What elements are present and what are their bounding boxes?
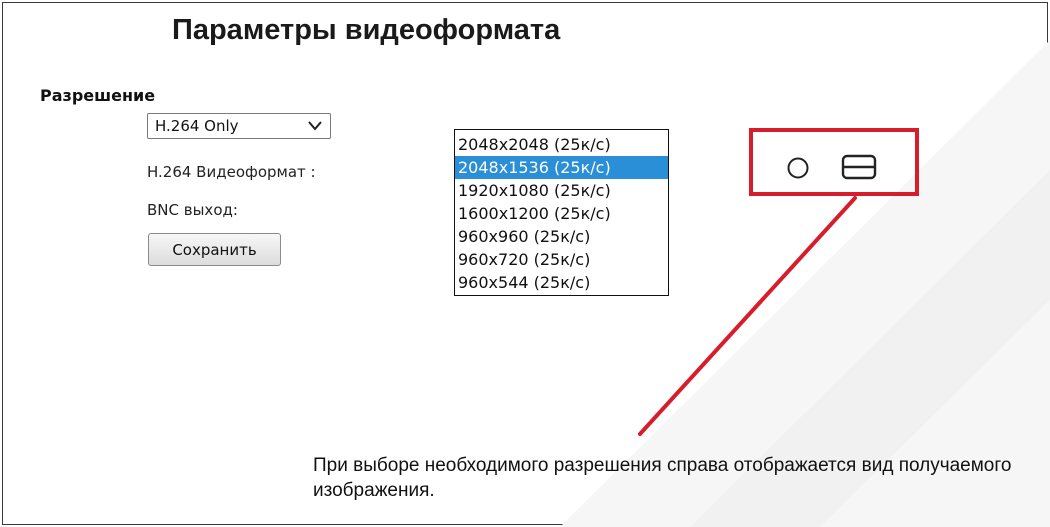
resolution-option[interactable]: 960x960 (25к/с)	[455, 225, 668, 248]
save-button[interactable]: Сохранить	[148, 233, 281, 266]
resolution-option[interactable]: 1920x1080 (25к/с)	[455, 179, 668, 202]
resolution-section-label: Разрешение	[40, 86, 156, 105]
page-title: Параметры видеоформата	[172, 14, 561, 46]
chevron-down-icon	[308, 121, 322, 131]
circle-icon[interactable]	[787, 157, 809, 179]
resolution-option-selected[interactable]: 2048x1536 (25к/с)	[455, 156, 668, 179]
resolution-option[interactable]: 960x544 (25к/с)	[455, 271, 668, 294]
codec-mode-value: H.264 Only	[155, 117, 239, 135]
resolution-listbox[interactable]: 2048x2048 (25к/с) 2048x1536 (25к/с) 1920…	[454, 129, 669, 296]
split-view-icon[interactable]	[841, 154, 877, 180]
resolution-option[interactable]: 1600x1200 (25к/с)	[455, 202, 668, 225]
videoformat-label: H.264 Видеоформат :	[147, 163, 316, 181]
instruction-caption: При выборе необходимого разрешения справ…	[313, 455, 1012, 501]
resolution-option[interactable]: 2048x2048 (25к/с)	[455, 133, 668, 156]
codec-mode-select[interactable]: H.264 Only	[147, 113, 331, 139]
resolution-option[interactable]: 960x720 (25к/с)	[455, 248, 668, 271]
preview-highlight-box	[749, 128, 919, 196]
bnc-output-label: BNC выход:	[147, 201, 238, 219]
